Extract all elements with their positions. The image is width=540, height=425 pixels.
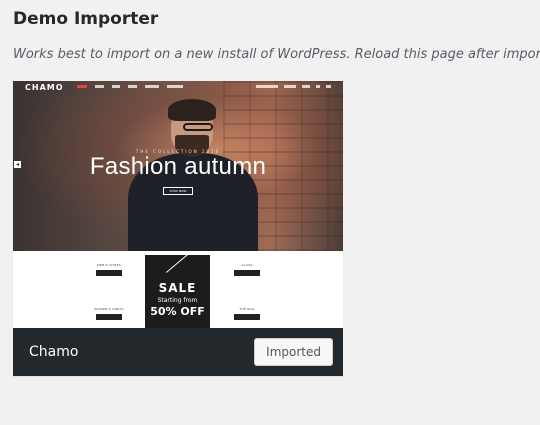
preview-category: THE BAG (227, 307, 267, 320)
page-title: Demo Importer (13, 9, 159, 29)
preview-account-link (256, 85, 278, 88)
preview-category: MEN'S SHOES (89, 263, 129, 276)
preview-category-grid: MEN'S SHOES GLASS WOMEN'S DRESS THE BAG … (13, 251, 343, 328)
sale-discount: 50% OFF (150, 305, 205, 318)
page-description: Works best to import on a new install of… (13, 47, 540, 62)
model-hair (168, 99, 216, 121)
preview-hero-title: Fashion autumn (89, 153, 267, 180)
preview-menu (77, 85, 183, 88)
preview-navbar: CHAMO (13, 81, 343, 95)
preview-category-label: MEN'S SHOES (96, 263, 122, 267)
theme-card[interactable]: CHAMO THE COLLECTION 2018 Fashion autumn… (13, 81, 343, 376)
preview-category-button (96, 314, 122, 320)
preview-sale-banner: SALE Starting from 50% OFF (145, 255, 210, 328)
slider-arrow-icon: ◂ (14, 161, 21, 168)
theme-card-footer: Chamo Imported (13, 328, 343, 376)
theme-screenshot[interactable]: CHAMO THE COLLECTION 2018 Fashion autumn… (13, 81, 343, 328)
preview-shop-now-button: SHOP NOW (163, 187, 193, 195)
preview-menu-item (145, 85, 159, 88)
preview-menu-item (95, 85, 104, 88)
model-glasses (183, 123, 213, 131)
preview-category: WOMEN'S DRESS (89, 307, 129, 320)
theme-name: Chamo (29, 344, 79, 360)
preview-menu-item (128, 85, 137, 88)
search-icon (316, 85, 320, 88)
sale-title: SALE (158, 281, 197, 295)
preview-hero-banner: CHAMO THE COLLECTION 2018 Fashion autumn… (13, 81, 343, 253)
preview-menu-item (77, 85, 87, 88)
preview-category-button (234, 270, 260, 276)
preview-menu-item (167, 85, 183, 88)
preview-category: GLASS (227, 263, 267, 276)
cart-icon (326, 85, 331, 88)
preview-menu-item (112, 85, 120, 88)
preview-category-button (96, 270, 122, 276)
preview-category-button (234, 314, 260, 320)
preview-currency (302, 85, 310, 88)
preview-nav-right (256, 85, 331, 88)
preview-language (284, 85, 296, 88)
decorative-stripe (165, 255, 189, 273)
preview-logo: CHAMO (25, 83, 64, 92)
preview-category-label: THE BAG (239, 307, 255, 311)
imported-button[interactable]: Imported (254, 338, 333, 366)
preview-category-label: GLASS (241, 263, 253, 267)
sale-subtitle: Starting from (157, 297, 198, 304)
preview-category-label: WOMEN'S DRESS (94, 307, 124, 311)
